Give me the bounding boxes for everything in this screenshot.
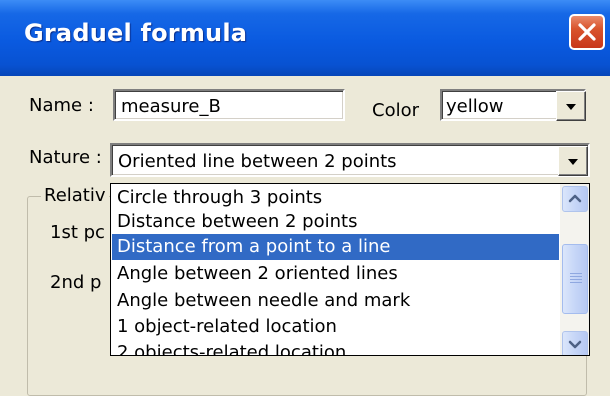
list-item[interactable]: 1 object-related location (112, 314, 559, 340)
list-item[interactable]: 2 objects-related location (112, 340, 559, 355)
nature-select-value: Oriented line between 2 points (118, 151, 397, 172)
color-select[interactable]: yellow (440, 89, 586, 121)
nature-select[interactable]: Oriented line between 2 points (110, 143, 590, 177)
close-button[interactable] (569, 14, 605, 50)
vertical-scrollbar[interactable] (560, 184, 589, 355)
second-point-label: 2nd p (50, 272, 102, 293)
list-item[interactable]: Circle through 3 points (112, 185, 559, 211)
scroll-down-button[interactable] (562, 331, 588, 355)
scroll-up-icon (568, 194, 582, 203)
list-item[interactable]: Angle between 2 oriented lines (112, 261, 559, 287)
list-item[interactable]: Angle between needle and mark (112, 288, 559, 314)
nature-label: Nature : (29, 147, 102, 168)
color-select-value: yellow (446, 96, 504, 117)
name-field-value: measure_B (121, 96, 221, 117)
window-title: Graduel formula (24, 19, 248, 47)
title-bar[interactable]: Graduel formula (0, 0, 610, 76)
nature-dropdown-button[interactable] (558, 146, 588, 176)
list-item[interactable]: Distance between 2 points (112, 209, 559, 235)
scroll-up-button[interactable] (562, 186, 588, 212)
close-x-icon (578, 23, 596, 41)
first-point-label: 1st pc (50, 222, 105, 243)
nature-dropdown-list[interactable]: Circle through 3 points Distance between… (110, 183, 590, 356)
chevron-down-icon (568, 159, 578, 165)
list-item-selected[interactable]: Distance from a point to a line (112, 234, 559, 260)
scroll-thumb[interactable] (562, 244, 588, 314)
scroll-down-icon (568, 340, 582, 349)
color-dropdown-button[interactable] (556, 91, 586, 121)
chevron-down-icon (566, 104, 576, 110)
name-field[interactable]: measure_B (113, 89, 345, 121)
group-label: Relativ (41, 185, 109, 206)
name-label: Name : (29, 95, 94, 116)
color-label: Color (372, 100, 419, 121)
